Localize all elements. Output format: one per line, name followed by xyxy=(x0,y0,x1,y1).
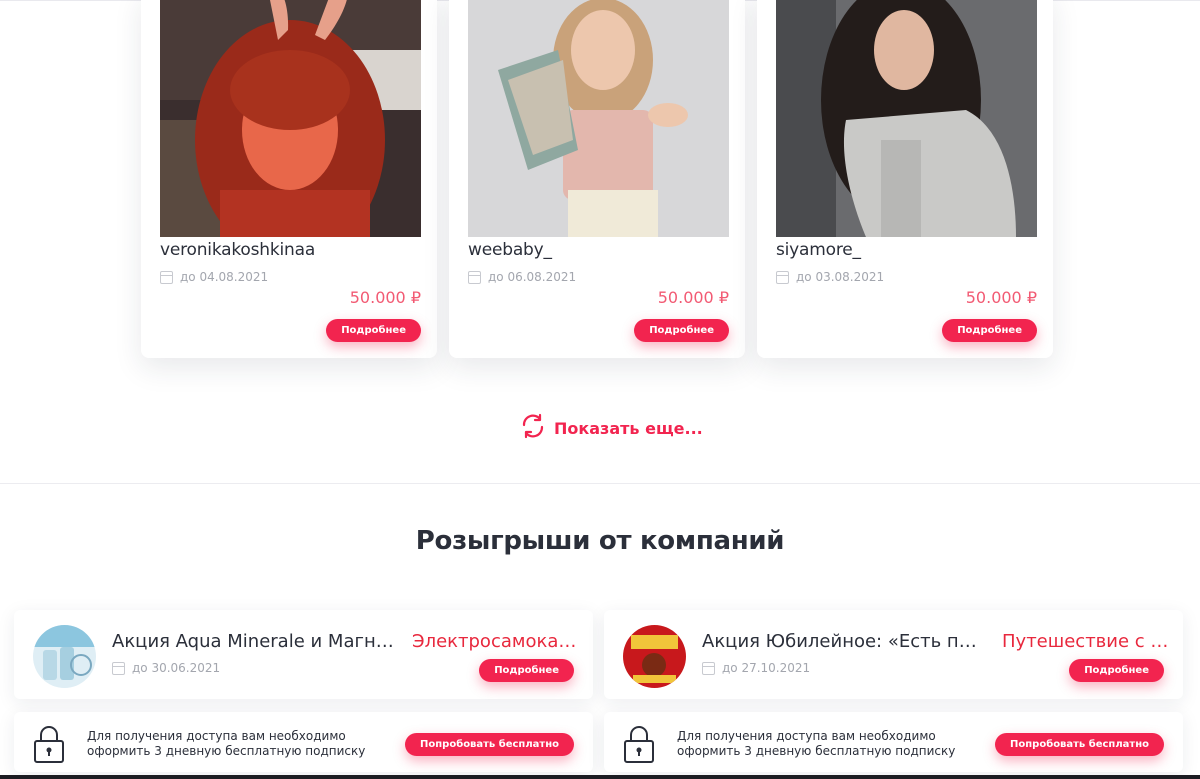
deadline-text: до 27.10.2021 xyxy=(722,661,811,675)
calendar-icon xyxy=(160,270,173,284)
lock-icon xyxy=(33,724,65,764)
deadline-text: до 03.08.2021 xyxy=(796,270,885,284)
deadline-date: до 03.08.2021 xyxy=(776,270,884,284)
influencer-photo[interactable] xyxy=(776,0,1037,237)
influencer-name[interactable]: siyamore_ xyxy=(776,240,861,260)
company-giveaway-card[interactable]: Акция Aqua Minerale и Магнит: «Выиграй .… xyxy=(14,610,593,699)
influencer-card[interactable]: veronikakoshkinaa до 04.08.2021 50.000 ₽… xyxy=(141,0,437,358)
calendar-icon xyxy=(776,270,789,284)
bottom-bar xyxy=(0,775,1200,779)
calendar-icon xyxy=(112,661,125,675)
show-more-label: Показать еще... xyxy=(554,418,703,438)
influencer-photo[interactable] xyxy=(468,0,729,237)
price: 50.000 ₽ xyxy=(657,288,729,307)
try-free-button[interactable]: Попробовать бесплатно xyxy=(995,733,1164,756)
details-button[interactable]: Подробнее xyxy=(326,319,421,342)
deadline-text: до 06.08.2021 xyxy=(488,270,577,284)
deadline-text: до 04.08.2021 xyxy=(180,270,269,284)
deadline-date: до 27.10.2021 xyxy=(702,661,810,675)
influencer-photo[interactable] xyxy=(160,0,421,237)
influencer-cards: veronikakoshkinaa до 04.08.2021 50.000 ₽… xyxy=(141,0,1061,370)
details-button[interactable]: Подробнее xyxy=(634,319,729,342)
access-message: Для получения доступа вам необходимо офо… xyxy=(677,729,956,758)
calendar-icon xyxy=(468,270,481,284)
deadline-date: до 30.06.2021 xyxy=(112,661,220,675)
section-divider xyxy=(0,483,1200,484)
access-message: Для получения доступа вам необходимо офо… xyxy=(87,729,366,758)
company-giveaway-card[interactable]: Акция Юбилейное: «Есть повод собраться» … xyxy=(604,610,1183,699)
lock-icon xyxy=(623,724,655,764)
influencer-card[interactable]: weebaby_ до 06.08.2021 50.000 ₽ Подробне… xyxy=(449,0,745,358)
details-button[interactable]: Подробнее xyxy=(942,319,1037,342)
details-button[interactable]: Подробнее xyxy=(1069,659,1164,682)
giveaway-title[interactable]: Акция Aqua Minerale и Магнит: «Выиграй .… xyxy=(112,631,394,652)
section-title: Розыгрыши от компаний xyxy=(415,526,785,556)
deadline-date: до 04.08.2021 xyxy=(160,270,268,284)
try-free-button[interactable]: Попробовать бесплатно xyxy=(405,733,574,756)
company-logo xyxy=(33,625,96,688)
giveaway-title[interactable]: Акция Юбилейное: «Есть повод собраться» xyxy=(702,631,984,652)
giveaway-prize: Путешествие с близкими xyxy=(1002,631,1174,652)
refresh-icon xyxy=(520,413,546,443)
deadline-text: до 30.06.2021 xyxy=(132,661,221,675)
price: 50.000 ₽ xyxy=(349,288,421,307)
giveaway-prize: Электросамокат, ... xyxy=(412,631,584,652)
access-locked-card: Для получения доступа вам необходимо офо… xyxy=(14,712,593,772)
show-more-button[interactable]: Показать еще... xyxy=(520,413,703,443)
influencer-card[interactable]: siyamore_ до 03.08.2021 50.000 ₽ Подробн… xyxy=(757,0,1053,358)
deadline-date: до 06.08.2021 xyxy=(468,270,576,284)
details-button[interactable]: Подробнее xyxy=(479,659,574,682)
influencer-name[interactable]: veronikakoshkinaa xyxy=(160,240,315,260)
influencer-name[interactable]: weebaby_ xyxy=(468,240,552,260)
calendar-icon xyxy=(702,661,715,675)
company-logo xyxy=(623,625,686,688)
access-locked-card: Для получения доступа вам необходимо офо… xyxy=(604,712,1183,772)
price: 50.000 ₽ xyxy=(965,288,1037,307)
